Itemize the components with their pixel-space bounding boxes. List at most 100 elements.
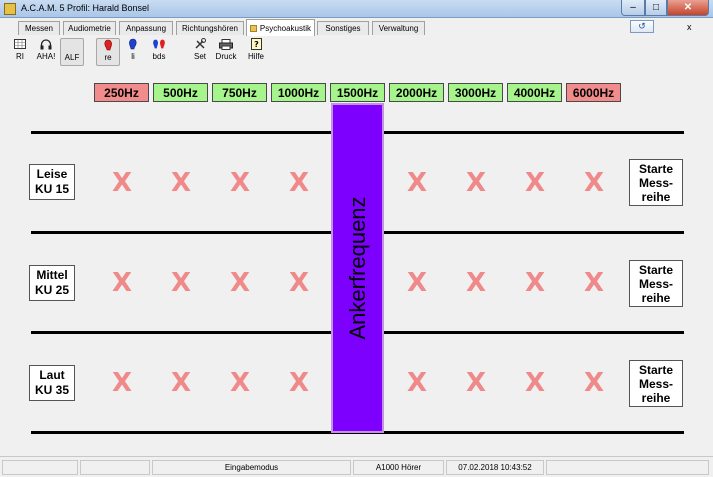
freq-1500hz-button[interactable]: 1500Hz [330, 83, 385, 102]
audiogram-icon [13, 38, 27, 50]
toolbar-label: Druck [215, 52, 237, 61]
level-label-leise: Leise KU 15 [29, 164, 75, 200]
result-mark[interactable]: X [287, 268, 311, 298]
toolbar-right-ear-button[interactable]: re [96, 38, 120, 66]
left-ear-icon [126, 38, 140, 50]
level-value: KU 25 [34, 283, 69, 297]
level-name: Leise [36, 167, 68, 181]
result-mark[interactable]: X [523, 368, 547, 398]
toolbar-label: bds [152, 52, 166, 61]
toolbar-label: li [131, 52, 135, 61]
toolbar-label: AHA! [36, 52, 56, 61]
result-mark[interactable]: X [287, 368, 311, 398]
result-mark[interactable]: X [464, 368, 488, 398]
toolbar-label: RI [16, 52, 24, 61]
level-value: KU 15 [34, 182, 69, 196]
toolbar-set-button[interactable]: Set [190, 38, 210, 66]
result-mark[interactable]: X [523, 268, 547, 298]
tab-label: Verwaltung [378, 24, 419, 33]
start-series-button-laut[interactable]: Starte Mess- reihe [629, 360, 683, 407]
result-mark[interactable]: X [110, 368, 134, 398]
tab-audiometrie[interactable]: Audiometrie [63, 21, 116, 35]
result-mark[interactable]: X [169, 268, 193, 298]
freq-750hz-button[interactable]: 750Hz [212, 83, 267, 102]
freq-2000hz-button[interactable]: 2000Hz [389, 83, 444, 102]
tab-anpassung[interactable]: Anpassung [119, 21, 173, 35]
anchor-frequency-column[interactable]: Ankerfrequenz [331, 103, 384, 433]
tab-label: Psychoakustik [259, 23, 311, 33]
tab-close-button[interactable]: x [687, 22, 692, 32]
button-text: Mess- [638, 277, 673, 291]
button-text: reihe [641, 190, 671, 204]
result-mark[interactable]: X [228, 168, 252, 198]
freq-6000hz-button[interactable]: 6000Hz [566, 83, 621, 102]
start-series-button-mittel[interactable]: Starte Mess- reihe [629, 260, 683, 307]
undo-button[interactable]: ↺ [630, 20, 654, 33]
minimize-button[interactable]: – [621, 0, 645, 16]
result-mark[interactable]: X [464, 168, 488, 198]
both-ears-icon [152, 38, 166, 50]
svg-text:?: ? [254, 40, 259, 49]
freq-1000hz-button[interactable]: 1000Hz [271, 83, 326, 102]
result-mark[interactable]: X [582, 168, 606, 198]
button-text: Starte [638, 263, 673, 277]
status-cell [546, 460, 709, 475]
result-mark[interactable]: X [110, 268, 134, 298]
help-icon: ? [249, 38, 263, 50]
tab-psychoakustik[interactable]: Psychoakustik [246, 19, 315, 36]
freq-4000hz-button[interactable]: 4000Hz [507, 83, 562, 102]
result-mark[interactable]: X [287, 168, 311, 198]
toolbar-print-button[interactable]: Druck [213, 38, 239, 66]
window-controls: – □ ✕ [621, 0, 709, 16]
tab-label: Messen [24, 24, 53, 33]
button-text: reihe [641, 391, 671, 405]
level-name: Mittel [36, 268, 68, 282]
freq-3000hz-button[interactable]: 3000Hz [448, 83, 503, 102]
start-series-button-leise[interactable]: Starte Mess- reihe [629, 159, 683, 206]
freq-500hz-button[interactable]: 500Hz [153, 83, 208, 102]
status-cell [80, 460, 150, 475]
level-label-laut: Laut KU 35 [29, 365, 75, 401]
status-bar: Eingabemodus A1000 Hörer 07.02.2018 10:4… [0, 456, 713, 477]
tab-messen[interactable]: Messen [18, 21, 60, 35]
tab-verwaltung[interactable]: Verwaltung [372, 21, 425, 35]
result-mark[interactable]: X [405, 168, 429, 198]
level-label-mittel: Mittel KU 25 [29, 265, 75, 301]
status-device: A1000 Hörer [353, 460, 444, 475]
blank-icon [65, 39, 79, 51]
result-mark[interactable]: X [405, 368, 429, 398]
button-text: reihe [641, 291, 671, 305]
toolbar-ri-button[interactable]: RI [11, 38, 29, 66]
result-mark[interactable]: X [169, 368, 193, 398]
tab-label: Richtungshören [181, 24, 239, 33]
toolbar-label: ALF [64, 53, 80, 62]
freq-250hz-button[interactable]: 250Hz [94, 83, 149, 102]
tab-label: Audiometrie [68, 24, 111, 33]
tab-bar: Messen Audiometrie Anpassung Richtungshö… [0, 18, 713, 36]
toolbar-both-ears-button[interactable]: bds [148, 38, 170, 66]
folder-icon [250, 24, 257, 32]
result-mark[interactable]: X [405, 268, 429, 298]
window-title: A.C.A.M. 5 Profil: Harald Bonsel [21, 3, 150, 13]
result-mark[interactable]: X [169, 168, 193, 198]
status-mode: Eingabemodus [152, 460, 351, 475]
result-mark[interactable]: X [582, 368, 606, 398]
tab-richtungshoeren[interactable]: Richtungshören [176, 21, 244, 35]
tab-sonstiges[interactable]: Sonstiges [317, 21, 369, 35]
result-mark[interactable]: X [228, 268, 252, 298]
result-mark[interactable]: X [110, 168, 134, 198]
toolbar-alf-button[interactable]: ALF [60, 38, 84, 66]
tab-label: Sonstiges [325, 24, 361, 33]
result-mark[interactable]: X [582, 268, 606, 298]
result-mark[interactable]: X [228, 368, 252, 398]
toolbar-aha-button[interactable]: AHA! [33, 38, 59, 66]
level-name: Laut [39, 368, 65, 382]
level-value: KU 35 [34, 383, 69, 397]
button-text: Starte [638, 363, 673, 377]
toolbar-left-ear-button[interactable]: li [124, 38, 142, 66]
maximize-button[interactable]: □ [645, 0, 667, 16]
toolbar-help-button[interactable]: ? Hilfe [245, 38, 267, 66]
close-button[interactable]: ✕ [667, 0, 709, 16]
result-mark[interactable]: X [523, 168, 547, 198]
result-mark[interactable]: X [464, 268, 488, 298]
